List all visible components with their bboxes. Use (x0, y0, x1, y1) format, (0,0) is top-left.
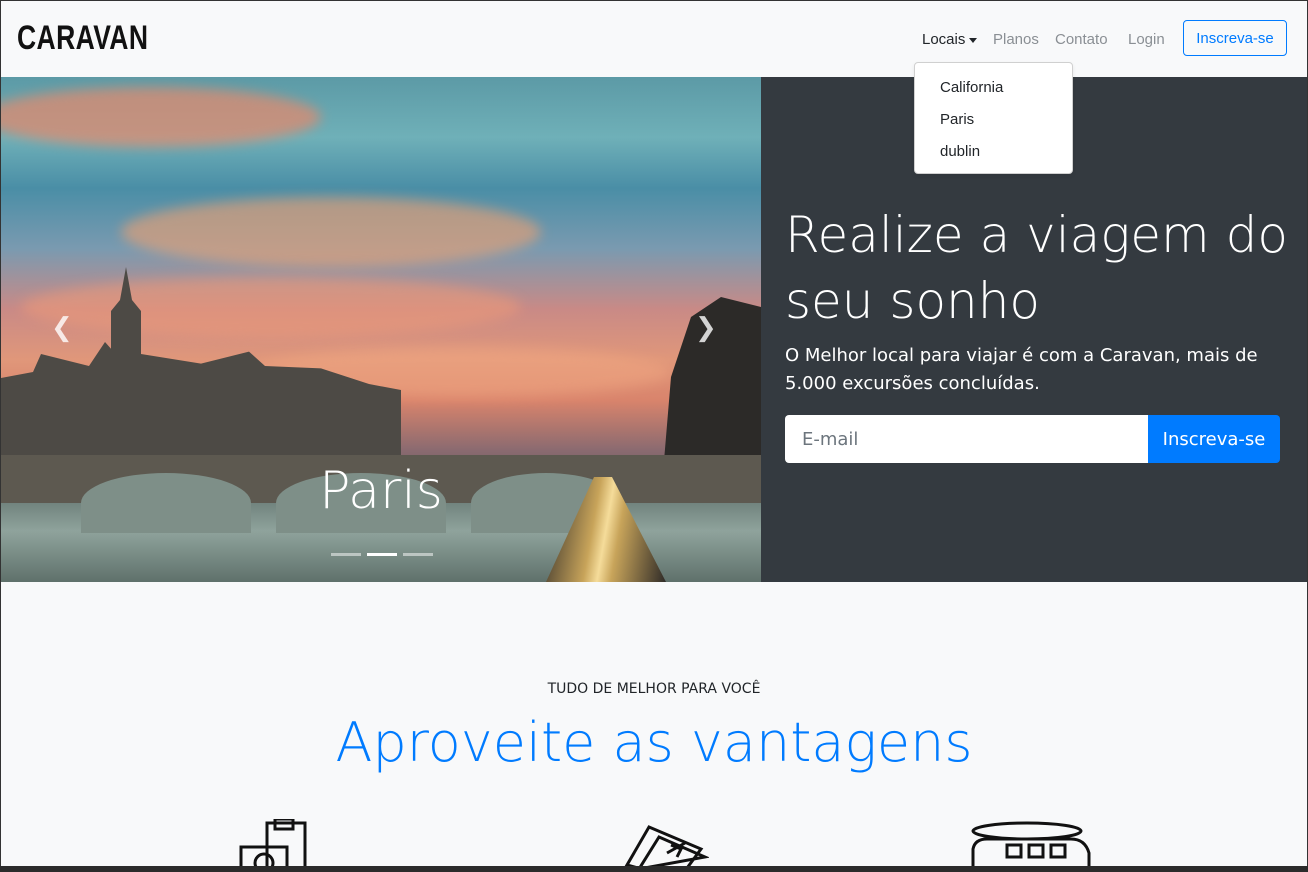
sky-cloud (121, 197, 541, 267)
nav-locais-dropdown[interactable]: Locais (922, 31, 978, 48)
locais-dropdown-menu: California Paris dublin (914, 62, 1073, 174)
nav-locais-label: Locais (922, 31, 966, 48)
sky-cloud (21, 277, 521, 337)
features-title: Aproveite as vantagens (335, 711, 973, 774)
navbar: CARAVAN Locais Planos Contato Login Insc… (1, 1, 1307, 77)
dropdown-item-california[interactable]: California (940, 79, 1003, 96)
hero-text: O Melhor local para viajar é com a Carav… (785, 345, 1258, 394)
hero-title: Realize a viagem do seu sonho (785, 206, 1288, 330)
carousel-caption: Paris (319, 461, 443, 521)
destination-carousel: ❮ ❯ Paris (1, 77, 761, 582)
nav-planos[interactable]: Planos (993, 31, 1039, 48)
brand-logo[interactable]: CARAVAN (17, 19, 148, 58)
features-subtitle: TUDO DE MELHOR PARA VOCÊ (547, 681, 761, 697)
window-bottom-edge (0, 866, 1308, 872)
chevron-left-icon[interactable]: ❮ (51, 313, 73, 343)
nav-signup-button[interactable]: Inscreva-se (1183, 20, 1287, 56)
nav-contato[interactable]: Contato (1055, 31, 1108, 48)
email-input[interactable]: E-mail (785, 415, 1148, 463)
dropdown-item-paris[interactable]: Paris (940, 111, 974, 128)
carousel-indicator[interactable] (331, 553, 361, 556)
browser-viewport: CARAVAN Locais Planos Contato Login Insc… (0, 0, 1308, 868)
caret-down-icon (969, 37, 978, 43)
carousel-indicator[interactable] (403, 553, 433, 556)
chevron-right-icon[interactable]: ❯ (695, 313, 717, 343)
nav-login[interactable]: Login (1128, 31, 1165, 48)
bus-icon (971, 821, 1091, 867)
dropdown-item-dublin[interactable]: dublin (940, 143, 980, 160)
plane-ticket-icon (624, 825, 709, 867)
carousel-indicators (331, 553, 433, 556)
passport-icon (239, 819, 307, 867)
carousel-indicator-active[interactable] (367, 553, 397, 556)
hero-signup-button[interactable]: Inscreva-se (1148, 415, 1280, 463)
